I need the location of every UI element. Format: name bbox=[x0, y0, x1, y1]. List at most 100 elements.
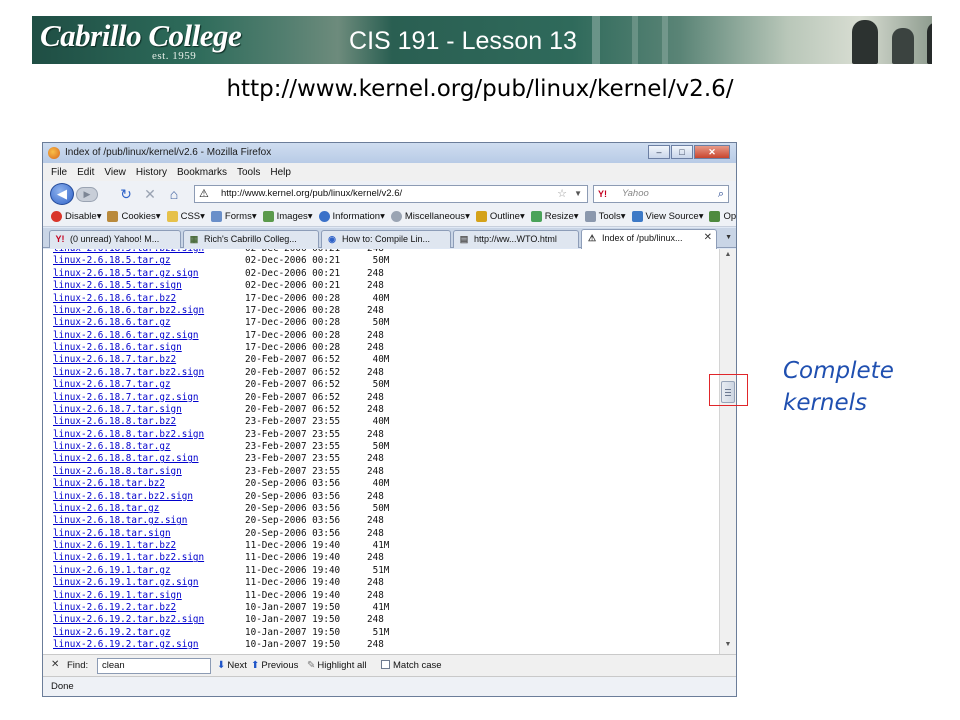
dev-tool-disable[interactable]: Disable ▾ bbox=[51, 211, 101, 222]
menu-history[interactable]: History bbox=[136, 167, 167, 178]
file-link[interactable]: linux-2.6.18.tar.bz2 bbox=[53, 478, 245, 490]
tab-yahoo-mail[interactable]: Y! (0 unread) Yahoo! M... bbox=[49, 230, 181, 248]
file-date: 10-Jan-2007 19:50 bbox=[245, 601, 341, 613]
file-date: 10-Jan-2007 19:50 bbox=[245, 639, 341, 650]
file-link[interactable]: linux-2.6.18.6.tar.gz.sign bbox=[53, 330, 245, 342]
file-link[interactable]: linux-2.6.18.tar.gz bbox=[53, 503, 245, 515]
file-link[interactable]: linux-2.6.18.5.tar.sign bbox=[53, 280, 245, 292]
dev-tool-forms[interactable]: Forms ▾ bbox=[210, 211, 257, 222]
address-bar[interactable]: ⚠ http://www.kernel.org/pub/linux/kernel… bbox=[194, 185, 588, 203]
tab-cabrillo-college[interactable]: ▦ Rich's Cabrillo Colleg... bbox=[183, 230, 319, 248]
file-link[interactable]: linux-2.6.18.7.tar.bz2 bbox=[53, 354, 245, 366]
yahoo-engine-icon[interactable]: Y! bbox=[598, 186, 607, 202]
dev-tool-resize[interactable]: Resize ▾ bbox=[530, 211, 579, 222]
file-link[interactable]: linux-2.6.19.2.tar.gz bbox=[53, 627, 245, 639]
file-link[interactable]: linux-2.6.18.7.tar.bz2.sign bbox=[53, 367, 245, 379]
file-link[interactable]: linux-2.6.18.6.tar.bz2.sign bbox=[53, 305, 245, 317]
file-size: 248 bbox=[367, 403, 384, 415]
vertical-scrollbar[interactable]: ▲ ▼ bbox=[719, 249, 736, 654]
back-arrow-icon: ◀ bbox=[57, 186, 67, 201]
menu-file[interactable]: File bbox=[51, 167, 67, 178]
file-link[interactable]: linux-2.6.18.5.tar.gz bbox=[53, 255, 245, 267]
listing-row: linux-2.6.18.7.tar.bz2 20-Feb-2007 06:52 … bbox=[53, 354, 389, 366]
file-link[interactable]: linux-2.6.18.7.tar.gz.sign bbox=[53, 392, 245, 404]
find-next-button[interactable]: ⬇ Next bbox=[217, 660, 247, 671]
menu-bookmarks[interactable]: Bookmarks bbox=[177, 167, 227, 178]
forward-button[interactable]: ▶ bbox=[76, 187, 98, 202]
highlight-all-button[interactable]: ✎ Highlight all bbox=[307, 660, 367, 671]
dev-tool-information[interactable]: Information ▾ bbox=[318, 211, 385, 222]
menu-help[interactable]: Help bbox=[270, 167, 291, 178]
tab-compile-linux[interactable]: ◉ How to: Compile Lin... bbox=[321, 230, 451, 248]
find-input[interactable]: clean bbox=[97, 658, 211, 674]
file-link[interactable]: linux-2.6.18.6.tar.sign bbox=[53, 342, 245, 354]
tab-list-dropdown-icon[interactable]: ▼ bbox=[725, 234, 732, 241]
file-link[interactable]: linux-2.6.19.1.tar.sign bbox=[53, 590, 245, 602]
site-favicon-icon: ⚠ bbox=[587, 233, 597, 243]
maximize-button[interactable]: □ bbox=[671, 145, 693, 159]
file-link[interactable]: linux-2.6.18.8.tar.bz2.sign bbox=[53, 429, 245, 441]
firefox-icon bbox=[48, 147, 60, 159]
file-date: 11-Dec-2006 19:40 bbox=[245, 540, 341, 551]
dev-tool-view-source[interactable]: View Source ▾ bbox=[631, 211, 703, 222]
file-link[interactable]: linux-2.6.18.7.tar.gz bbox=[53, 379, 245, 391]
file-link[interactable]: linux-2.6.19.2.tar.gz.sign bbox=[53, 639, 245, 651]
scroll-up-arrow-icon[interactable]: ▲ bbox=[723, 251, 733, 258]
minimize-button[interactable]: – bbox=[648, 145, 670, 159]
dev-tool-tools[interactable]: Tools ▾ bbox=[584, 211, 626, 222]
dev-tool-options[interactable]: Options bbox=[709, 211, 736, 222]
file-date: 23-Feb-2007 23:55 bbox=[245, 441, 341, 452]
file-link[interactable]: linux-2.6.19.1.tar.bz2.sign bbox=[53, 552, 245, 564]
dev-tool-miscellaneous[interactable]: Miscellaneous ▾ bbox=[390, 211, 470, 222]
address-dropdown-icon[interactable]: ▼ bbox=[574, 186, 582, 202]
find-previous-button[interactable]: ⬆ Previous bbox=[251, 660, 298, 671]
dev-tool-cookies[interactable]: Cookies ▾ bbox=[107, 211, 161, 222]
file-link[interactable]: linux-2.6.19.1.tar.gz.sign bbox=[53, 577, 245, 589]
listing-row: linux-2.6.18.5.tar.gz.sign 02-Dec-2006 00… bbox=[53, 268, 389, 280]
file-link[interactable]: linux-2.6.18.8.tar.gz.sign bbox=[53, 453, 245, 465]
stop-icon[interactable]: ✕ bbox=[141, 185, 159, 203]
file-size: 248 bbox=[367, 589, 384, 601]
home-icon[interactable]: ⌂ bbox=[165, 185, 183, 203]
tab-howto-html[interactable]: ▤ http://ww...WTO.html bbox=[453, 230, 579, 248]
menu-view[interactable]: View bbox=[104, 167, 126, 178]
dev-tool-outline[interactable]: Outline ▾ bbox=[475, 211, 525, 222]
banner-person bbox=[852, 20, 878, 64]
back-button[interactable]: ◀ bbox=[50, 183, 74, 205]
match-case-checkbox[interactable]: Match case bbox=[381, 660, 442, 671]
bookmark-star-icon[interactable]: ☆ bbox=[557, 186, 567, 202]
file-link[interactable]: linux-2.6.19.2.tar.bz2 bbox=[53, 602, 245, 614]
search-box[interactable]: Y! Yahoo ⌕ bbox=[593, 185, 729, 203]
file-link[interactable]: linux-2.6.18.6.tar.bz2 bbox=[53, 293, 245, 305]
menu-edit[interactable]: Edit bbox=[77, 167, 94, 178]
file-link[interactable]: linux-2.6.18.7.tar.sign bbox=[53, 404, 245, 416]
file-link[interactable]: linux-2.6.19.1.tar.gz bbox=[53, 565, 245, 577]
menu-tools[interactable]: Tools bbox=[237, 167, 260, 178]
window-titlebar[interactable]: Index of /pub/linux/kernel/v2.6 - Mozill… bbox=[43, 143, 736, 163]
file-link[interactable]: linux-2.6.19.2.tar.bz2.sign bbox=[53, 614, 245, 626]
file-link[interactable]: linux-2.6.18.5.tar.gz.sign bbox=[53, 268, 245, 280]
search-icon[interactable]: ⌕ bbox=[718, 186, 724, 202]
file-link[interactable]: linux-2.6.18.tar.bz2.sign bbox=[53, 491, 245, 503]
file-link[interactable]: linux-2.6.18.8.tar.gz bbox=[53, 441, 245, 453]
banner-column bbox=[632, 16, 638, 64]
file-link[interactable]: linux-2.6.18.8.tar.bz2 bbox=[53, 416, 245, 428]
status-bar: Done bbox=[43, 676, 736, 696]
file-link[interactable]: linux-2.6.18.tar.sign bbox=[53, 528, 245, 540]
file-link[interactable]: linux-2.6.18.6.tar.gz bbox=[53, 317, 245, 329]
find-close-icon[interactable]: ✕ bbox=[51, 659, 59, 670]
globe-icon: ◉ bbox=[328, 234, 336, 244]
file-link[interactable]: linux-2.6.18.tar.gz.sign bbox=[53, 515, 245, 527]
listing-rows: linux-2.6.18.5.tar.bz2.sign02-Dec-2006 0… bbox=[53, 249, 389, 651]
file-link[interactable]: linux-2.6.19.1.tar.bz2 bbox=[53, 540, 245, 552]
file-date: 20-Feb-2007 06:52 bbox=[245, 403, 341, 415]
file-link[interactable]: linux-2.6.18.8.tar.sign bbox=[53, 466, 245, 478]
tab-kernel-index[interactable]: ⚠ Index of /pub/linux... ✕ bbox=[581, 229, 717, 249]
file-date: 20-Sep-2006 03:56 bbox=[245, 490, 341, 502]
close-button[interactable]: ✕ bbox=[694, 145, 730, 159]
dev-tool-images[interactable]: Images ▾ bbox=[262, 211, 313, 222]
scroll-down-arrow-icon[interactable]: ▼ bbox=[723, 641, 733, 648]
dev-tool-css[interactable]: CSS ▾ bbox=[166, 211, 205, 222]
reload-icon[interactable]: ↻ bbox=[117, 185, 135, 203]
tab-close-icon[interactable]: ✕ bbox=[704, 230, 712, 246]
